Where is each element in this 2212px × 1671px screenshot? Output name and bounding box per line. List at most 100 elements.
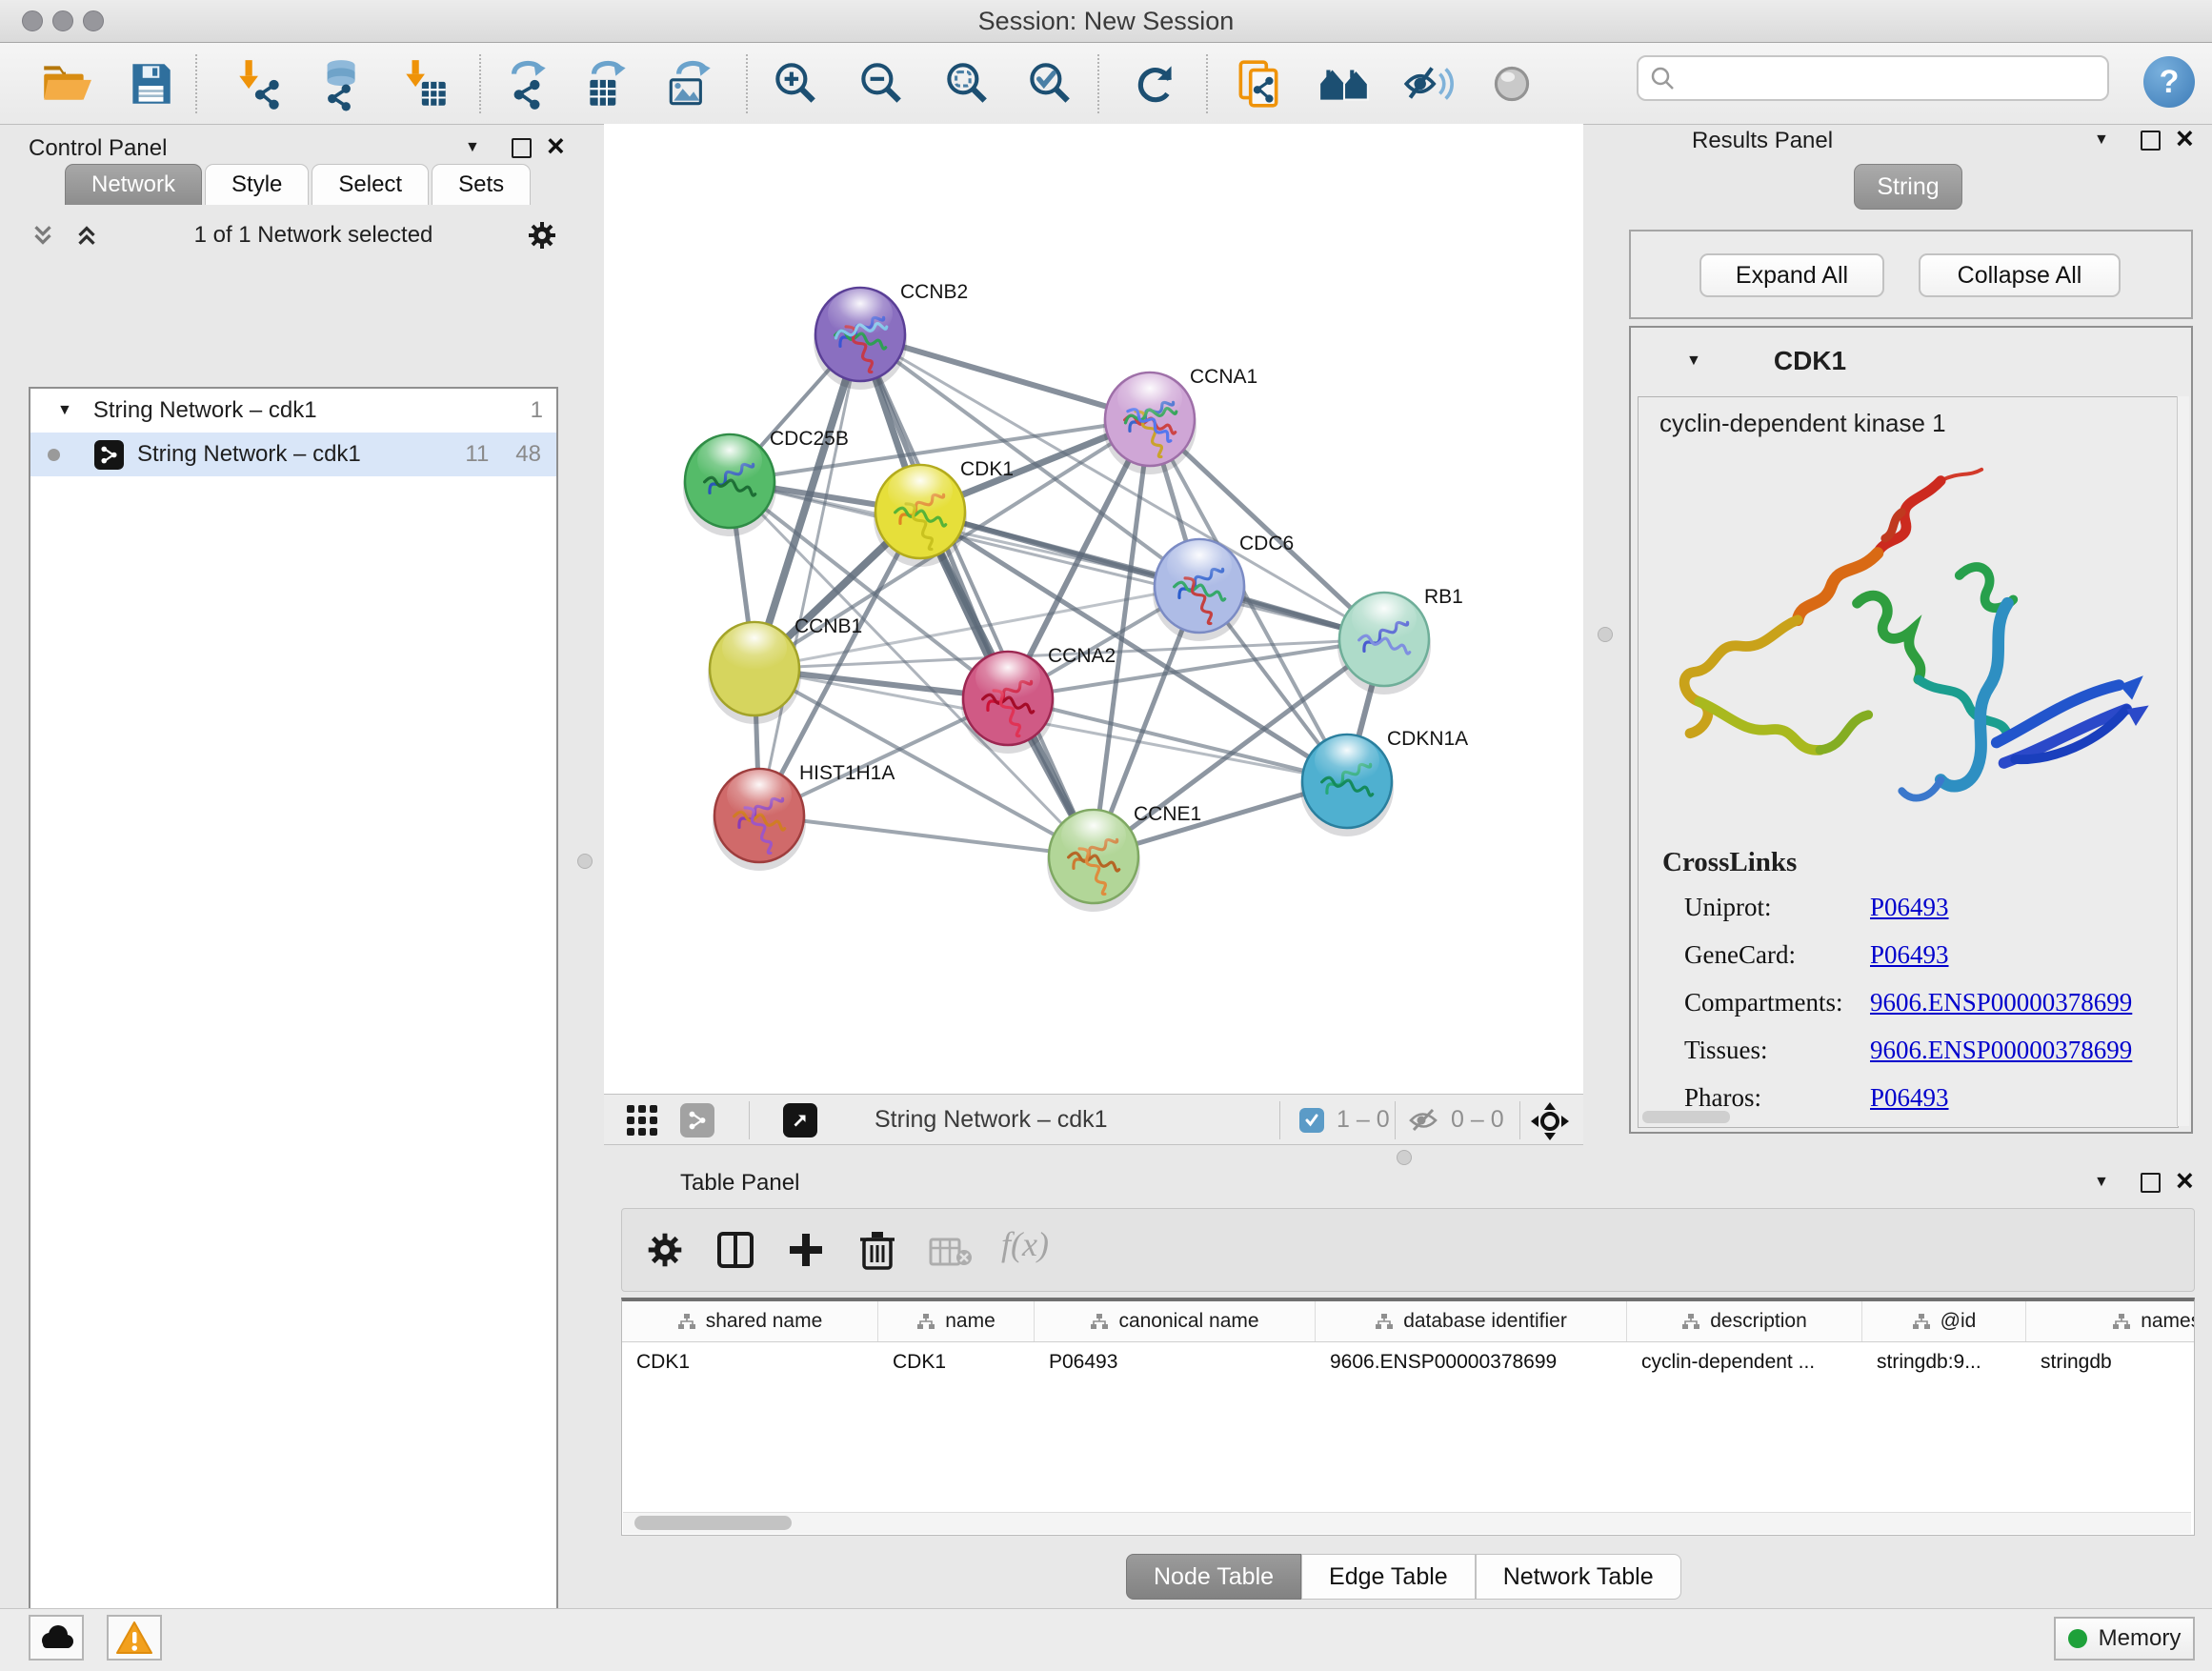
zoom-selected-icon[interactable] <box>1022 56 1077 111</box>
table-panel-float-icon[interactable] <box>2141 1168 2161 1197</box>
selected-checkbox-icon[interactable] <box>1299 1108 1324 1133</box>
control-panel-float-icon[interactable] <box>512 133 532 162</box>
collection-expander-icon[interactable]: ▼ <box>57 402 72 419</box>
network-node-CCNB1[interactable] <box>708 622 801 724</box>
table-settings-gear-icon[interactable] <box>645 1230 685 1275</box>
network-options-gear-icon[interactable] <box>526 219 558 252</box>
collapse-all-button[interactable]: Collapse All <box>1919 253 2121 297</box>
network-node-CDC6[interactable] <box>1153 539 1246 641</box>
table-panel-collapse-icon[interactable]: ▼ <box>2094 1168 2109 1197</box>
zoom-in-icon[interactable] <box>768 56 823 111</box>
network-row[interactable]: String Network – cdk1 11 48 <box>30 433 556 476</box>
crosslink-link[interactable]: 9606.ENSP00000378699 <box>1870 1036 2132 1065</box>
expand-all-tree-icon[interactable] <box>29 221 57 250</box>
network-canvas[interactable]: CCNB2CCNA1CDC25BCDK1CDC6RB1CCNB1CCNA2CDK… <box>604 124 1583 1094</box>
refresh-icon[interactable] <box>1128 56 1183 111</box>
edge-HIST1H1A-CCNE1[interactable] <box>759 815 1094 856</box>
memory-button[interactable]: Memory <box>2054 1617 2195 1661</box>
column-header-namespace[interactable]: namespace <box>2026 1301 2195 1341</box>
cell-shared-name[interactable]: CDK1 <box>622 1342 878 1382</box>
add-column-icon[interactable] <box>786 1230 826 1275</box>
crosslink-link[interactable]: 9606.ENSP00000378699 <box>1870 988 2132 1017</box>
show-columns-icon[interactable] <box>715 1230 755 1275</box>
network-node-CCNB2[interactable] <box>814 288 907 390</box>
export-image-icon[interactable] <box>663 56 718 111</box>
delete-column-trash-icon[interactable] <box>856 1228 898 1277</box>
tab-edge-table[interactable]: Edge Table <box>1301 1554 1476 1600</box>
collapse-all-tree-icon[interactable] <box>72 221 101 250</box>
cell-@id[interactable]: stringdb:9... <box>1862 1342 2026 1382</box>
open-session-icon[interactable] <box>38 56 93 111</box>
network-node-CCNE1[interactable] <box>1047 810 1140 912</box>
tab-network[interactable]: Network <box>65 164 202 205</box>
cell-description[interactable]: cyclin-dependent ... <box>1627 1342 1862 1382</box>
crosslink-link[interactable]: P06493 <box>1870 893 1949 922</box>
cell-canonical-name[interactable]: P06493 <box>1035 1342 1316 1382</box>
first-neighbors-icon[interactable] <box>1317 56 1372 111</box>
horizontal-divider-handle[interactable] <box>1397 1150 1412 1165</box>
left-divider-handle[interactable] <box>577 854 593 869</box>
expand-all-button[interactable]: Expand All <box>1699 253 1884 297</box>
grid-view-icon[interactable] <box>625 1103 659 1142</box>
table-row[interactable]: CDK1CDK1P064939606.ENSP00000378699cyclin… <box>622 1342 2194 1382</box>
crosslink-link[interactable]: P06493 <box>1870 940 1949 970</box>
save-session-icon[interactable] <box>123 56 178 111</box>
import-network-icon[interactable] <box>231 56 287 111</box>
detach-view-icon[interactable] <box>783 1103 817 1137</box>
warnings-button[interactable] <box>107 1615 162 1661</box>
help-button[interactable]: ? <box>2143 56 2195 108</box>
column-header-description[interactable]: description <box>1627 1301 1862 1341</box>
export-table-icon[interactable] <box>580 56 635 111</box>
edge-CCNA2-CDKN1A[interactable] <box>1008 698 1347 781</box>
column-header-name[interactable]: name <box>878 1301 1035 1341</box>
network-share-view-icon[interactable] <box>680 1103 714 1137</box>
column-header-@id[interactable]: @id <box>1862 1301 2026 1341</box>
results-panel-close-icon[interactable]: × <box>2176 124 2194 152</box>
results-vscroll-track[interactable] <box>2177 396 2189 1126</box>
table-hscroll-thumb[interactable] <box>634 1516 792 1530</box>
column-header-database-identifier[interactable]: database identifier <box>1316 1301 1627 1341</box>
hide-selection-icon[interactable] <box>1400 56 1456 111</box>
zoom-out-icon[interactable] <box>854 56 909 111</box>
tab-node-table[interactable]: Node Table <box>1126 1554 1301 1600</box>
tab-sets[interactable]: Sets <box>432 164 531 205</box>
cloud-status-button[interactable] <box>29 1615 84 1661</box>
network-node-CCNA2[interactable] <box>961 652 1055 754</box>
network-node-CDC25B[interactable] <box>683 434 776 536</box>
column-header-canonical-name[interactable]: canonical name <box>1035 1301 1316 1341</box>
network-node-CDK1[interactable] <box>874 465 967 567</box>
network-node-HIST1H1A[interactable] <box>713 769 806 871</box>
tab-string[interactable]: String <box>1854 164 1962 210</box>
cell-namespace[interactable]: stringdb <box>2026 1342 2195 1382</box>
results-panel-float-icon[interactable] <box>2141 126 2161 154</box>
protein-expander-icon[interactable]: ▼ <box>1686 352 1701 370</box>
column-header-shared-name[interactable]: shared name <box>622 1301 878 1341</box>
birds-eye-view-icon[interactable] <box>1530 1101 1570 1146</box>
zoom-fit-icon[interactable] <box>939 56 995 111</box>
cell-name[interactable]: CDK1 <box>878 1342 1035 1382</box>
network-node-RB1[interactable] <box>1337 593 1431 695</box>
tab-style[interactable]: Style <box>205 164 309 205</box>
table-hscroll-track[interactable] <box>623 1512 2191 1534</box>
show-all-icon[interactable] <box>1484 56 1539 111</box>
tab-select[interactable]: Select <box>312 164 429 205</box>
import-table-icon[interactable] <box>398 56 453 111</box>
right-divider-handle[interactable] <box>1598 627 1613 642</box>
network-node-CCNA1[interactable] <box>1103 372 1196 474</box>
cell-database-identifier[interactable]: 9606.ENSP00000378699 <box>1316 1342 1627 1382</box>
results-hscroll-thumb[interactable] <box>1642 1111 1730 1123</box>
export-network-icon[interactable] <box>498 56 553 111</box>
control-panel-close-icon[interactable]: × <box>547 131 565 160</box>
protein-section-header[interactable]: ▼ CDK1 <box>1631 328 2191 394</box>
network-from-selection-icon[interactable] <box>1231 56 1286 111</box>
crosslink-link[interactable]: P06493 <box>1870 1083 1949 1113</box>
edge-CCNB2-HIST1H1A[interactable] <box>759 334 860 815</box>
results-panel-collapse-icon[interactable]: ▼ <box>2094 126 2109 154</box>
network-node-CDKN1A[interactable] <box>1300 735 1394 836</box>
tab-network-table[interactable]: Network Table <box>1476 1554 1681 1600</box>
search-input[interactable] <box>1637 55 2109 101</box>
import-database-icon[interactable] <box>312 56 367 111</box>
table-panel-close-icon[interactable]: × <box>2176 1166 2194 1195</box>
network-collection-row[interactable]: ▼ String Network – cdk1 1 <box>30 389 556 433</box>
control-panel-collapse-icon[interactable]: ▼ <box>465 133 480 162</box>
